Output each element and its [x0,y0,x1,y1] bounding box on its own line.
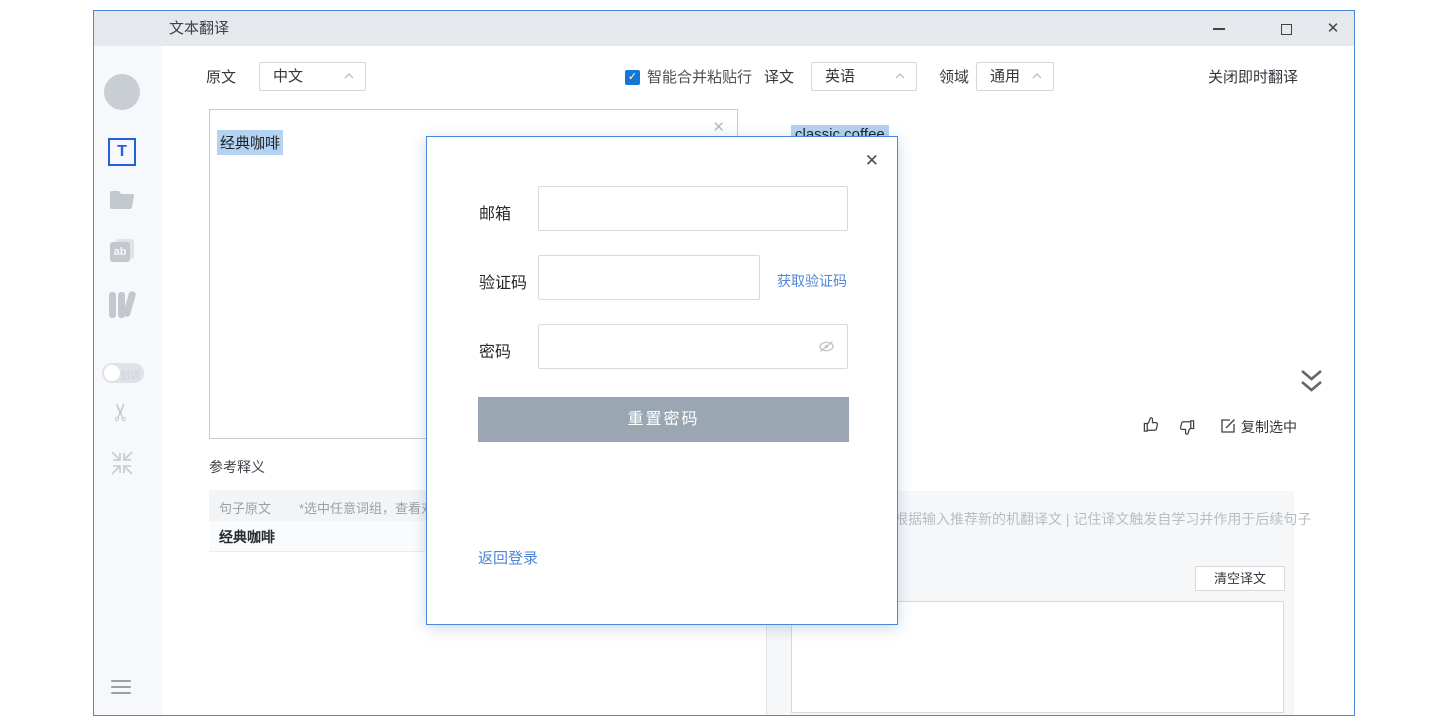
password-field[interactable] [538,324,848,369]
back-to-login-link[interactable]: 返回登录 [478,547,538,568]
window-title: 文本翻译 [169,11,229,46]
email-label: 邮箱 [479,200,511,224]
edit-copy-icon [1220,418,1236,434]
code-label: 验证码 [479,269,527,293]
sidebar-item-collapse[interactable] [110,451,134,475]
dictionary-ab-icon: ab [110,239,136,263]
thumbs-down-icon [1177,418,1196,437]
target-label: 译文 [764,68,794,88]
thumbs-up-icon [1142,415,1161,434]
reference-title: 参考释义 [209,457,265,477]
target-lang-value: 英语 [825,63,855,90]
toggle-icon: 划词 [102,363,144,383]
eye-slash-icon[interactable] [818,339,835,354]
reset-password-button[interactable]: 重置密码 [478,397,849,442]
scissors-icon: ✂ [108,398,136,426]
menu-button[interactable] [111,676,131,698]
chevron-up-icon [343,72,355,80]
column-source-label: 句子原文 [219,498,271,517]
clear-translation-button[interactable]: 清空译文 [1195,566,1285,591]
merge-paste-label: 智能合并粘贴行 [647,68,752,88]
library-books-icon [109,291,137,319]
sidebar-item-file-translate[interactable] [109,190,135,210]
thumbs-up-button[interactable] [1142,415,1161,434]
double-chevron-down-icon [1299,368,1324,396]
sidebar-item-screenshot-translate[interactable]: ✂ [108,398,136,426]
code-field[interactable] [538,255,760,300]
word-select-toggle[interactable]: 划词 [102,363,144,383]
avatar[interactable] [104,74,140,110]
sidebar-item-text-translate[interactable]: T [108,138,136,166]
sidebar: T ab 划词 ✂ [94,46,162,716]
toggle-label: 划词 [120,367,140,382]
copy-selected-button[interactable] [1220,417,1236,435]
merge-paste-checkbox[interactable]: ✓ [625,70,640,85]
source-lang-select[interactable]: 中文 [259,62,366,91]
maximize-icon [1281,24,1292,35]
instant-translate-toggle[interactable]: 关闭即时翻译 [1208,68,1298,88]
sidebar-item-library[interactable] [109,291,137,319]
suggestion-hint: 根据输入推荐新的机翻译文 | 记住译文触发自学习并作用于后续句子 [894,509,1311,529]
collapse-inward-icon [110,451,134,475]
app-window: 文本翻译 ✕ T ab [93,10,1355,716]
expand-more-button[interactable] [1299,368,1324,396]
dialog-close-icon[interactable]: ✕ [865,151,879,171]
source-lang-value: 中文 [273,63,303,90]
hamburger-icon [111,680,131,682]
maximize-button[interactable] [1269,11,1303,46]
domain-value: 通用 [990,63,1020,90]
source-label: 原文 [206,68,236,88]
domain-label: 领域 [939,68,969,88]
close-button[interactable]: ✕ [1316,11,1350,46]
email-field[interactable] [538,186,848,231]
source-selected-text[interactable]: 经典咖啡 [217,130,283,155]
check-icon: ✓ [628,71,637,83]
text-select-icon: T [108,138,136,166]
clear-source-icon[interactable]: ✕ [712,118,725,136]
copy-selected-label[interactable]: 复制选中 [1241,417,1297,437]
password-label: 密码 [479,338,511,362]
reset-password-dialog: ✕ 邮箱 验证码 获取验证码 密码 重置密码 返回登录 [426,136,898,625]
sidebar-item-dictionary[interactable]: ab [110,239,136,263]
titlebar: 文本翻译 ✕ [94,11,1354,46]
folder-icon [109,190,135,210]
domain-select[interactable]: 通用 [976,62,1054,91]
reference-row-text: 经典咖啡 [219,527,275,547]
chevron-up-icon [1031,72,1043,80]
minimize-icon [1213,28,1225,30]
get-code-link[interactable]: 获取验证码 [777,271,847,291]
minimize-button[interactable] [1202,11,1236,46]
close-icon: ✕ [1327,20,1340,37]
thumbs-down-button[interactable] [1177,418,1196,437]
chevron-up-icon [894,72,906,80]
user-avatar-icon [104,74,140,110]
target-lang-select[interactable]: 英语 [811,62,917,91]
